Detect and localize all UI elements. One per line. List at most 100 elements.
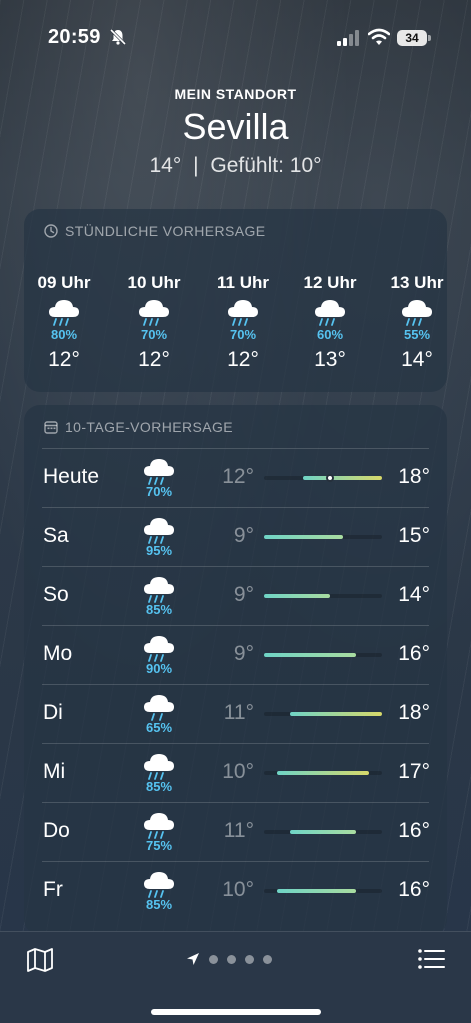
day-high: 17° [398, 760, 430, 783]
row-divider [42, 743, 429, 744]
hourly-item: 13 Uhr 55% 14° [382, 273, 452, 372]
day-high: 16° [398, 878, 430, 901]
daily-row[interactable]: Sa 95% 9° 15° [24, 507, 447, 566]
hourly-item: 09 Uhr 80% 12° [29, 273, 99, 372]
cloud-rain-icon [144, 636, 174, 662]
daily-row[interactable]: Mo 90% 9° 16° [24, 625, 447, 684]
day-label: Fr [43, 878, 63, 901]
hourly-item: 11 Uhr 70% 12° [208, 273, 278, 372]
cloud-rain-icon [144, 754, 174, 780]
hour-label: 09 Uhr [37, 273, 91, 292]
day-label: So [43, 583, 69, 606]
day-label: Mo [43, 642, 73, 665]
hourly-title: STÜNDLICHE VORHERSAGE [44, 223, 266, 239]
daily-row[interactable]: Di 65% 11° 18° [24, 684, 447, 743]
temp-range-bar [264, 653, 356, 657]
hourly-forecast-card[interactable]: STÜNDLICHE VORHERSAGE 09 Uhr 80% 12° 10 … [24, 209, 447, 392]
hour-label: 12 Uhr [303, 273, 357, 292]
hour-temp: 14° [401, 348, 433, 371]
daily-title-text: 10-TAGE-VORHERSAGE [65, 419, 233, 435]
hourly-item: 10 Uhr 70% 12° [119, 273, 189, 372]
temp-range-track [264, 830, 382, 834]
cloud-rain-icon [144, 872, 174, 898]
hour-label: 13 Uhr [390, 273, 444, 292]
hour-temp: 12° [48, 348, 80, 371]
daily-row[interactable]: Mi 85% 10° 17° [24, 743, 447, 802]
daily-row[interactable]: So 85% 9° 14° [24, 566, 447, 625]
status-bar: 20:59 34 [0, 0, 471, 76]
page-dot[interactable] [263, 954, 272, 964]
hour-precip: 80% [50, 327, 78, 342]
bell-slash-icon [109, 28, 127, 46]
page-dot[interactable] [245, 954, 254, 964]
day-high: 14° [398, 583, 430, 606]
day-high: 15° [398, 524, 430, 547]
day-high: 16° [398, 642, 430, 665]
ten-day-forecast-card[interactable]: 10-TAGE-VORHERSAGE Heute 70% 12° 18° Sa … [24, 405, 447, 935]
day-low: 10° [222, 878, 254, 901]
day-precip: 95% [145, 543, 173, 558]
hour-temp: 12° [227, 348, 259, 371]
current-temp-dot [325, 474, 334, 482]
hour-label: 11 Uhr [217, 273, 269, 292]
cloud-rain-icon [228, 300, 258, 326]
wifi-icon [368, 28, 390, 45]
battery-icon: 34 [397, 28, 431, 48]
temp-range-bar [303, 476, 382, 480]
temp-range-track [264, 653, 382, 657]
day-label: Heute [43, 465, 100, 488]
temp-range-bar [264, 594, 330, 598]
daily-row[interactable]: Fr 85% 10° 16° [24, 861, 447, 920]
day-label: Di [43, 701, 63, 724]
signal-icon [337, 30, 359, 46]
home-indicator[interactable] [151, 1009, 321, 1015]
day-precip: 70% [145, 484, 173, 499]
cloud-drizzle-icon [144, 695, 174, 721]
day-low: 10° [222, 760, 254, 783]
cloud-rain-icon [144, 577, 174, 603]
hourly-item: 12 Uhr 60% 13° [295, 273, 365, 372]
day-precip: 85% [145, 897, 173, 912]
daily-title: 10-TAGE-VORHERSAGE [44, 419, 233, 435]
location-header: MEIN STANDORT Sevilla 14° | Gefühlt: 10° [0, 86, 471, 178]
temp-range-track [264, 474, 382, 482]
location-label: MEIN STANDORT [174, 86, 297, 102]
row-divider [42, 507, 429, 508]
daily-row[interactable]: Heute 70% 12° 18° [24, 448, 447, 507]
row-divider [42, 448, 429, 449]
day-low: 12° [222, 465, 254, 488]
list-icon[interactable] [417, 947, 445, 971]
temp-range-bar [277, 889, 356, 893]
hour-precip: 60% [316, 327, 344, 342]
row-divider [42, 566, 429, 567]
page-dot[interactable] [227, 954, 236, 964]
day-high: 16° [398, 819, 430, 842]
current-temp: 14° [149, 154, 182, 177]
day-precip: 75% [145, 838, 173, 853]
daily-row[interactable]: Do 75% 11° 16° [24, 802, 447, 861]
day-high: 18° [398, 701, 430, 724]
day-low: 9° [233, 583, 254, 606]
hour-label: 10 Uhr [127, 273, 181, 292]
day-high: 18° [398, 465, 430, 488]
row-divider [42, 861, 429, 862]
row-divider [42, 684, 429, 685]
city-name: Sevilla [182, 106, 289, 147]
cloud-rain-icon [139, 300, 169, 326]
temp-range-bar [277, 771, 369, 775]
temp-range-track [264, 889, 382, 893]
clock-icon [44, 224, 58, 238]
feels-like: Gefühlt: 10° [210, 154, 322, 177]
page-indicator[interactable] [186, 952, 272, 966]
day-label: Mi [43, 760, 66, 783]
map-icon[interactable] [26, 947, 54, 973]
page-dot[interactable] [209, 954, 218, 964]
day-low: 11° [223, 819, 254, 842]
row-divider [42, 625, 429, 626]
separator: | [193, 154, 199, 177]
cloud-rain-icon [49, 300, 79, 326]
cloud-heavy-rain-icon [144, 459, 174, 485]
row-divider [42, 802, 429, 803]
cloud-rain-icon [144, 518, 174, 544]
temp-range-track [264, 594, 382, 598]
